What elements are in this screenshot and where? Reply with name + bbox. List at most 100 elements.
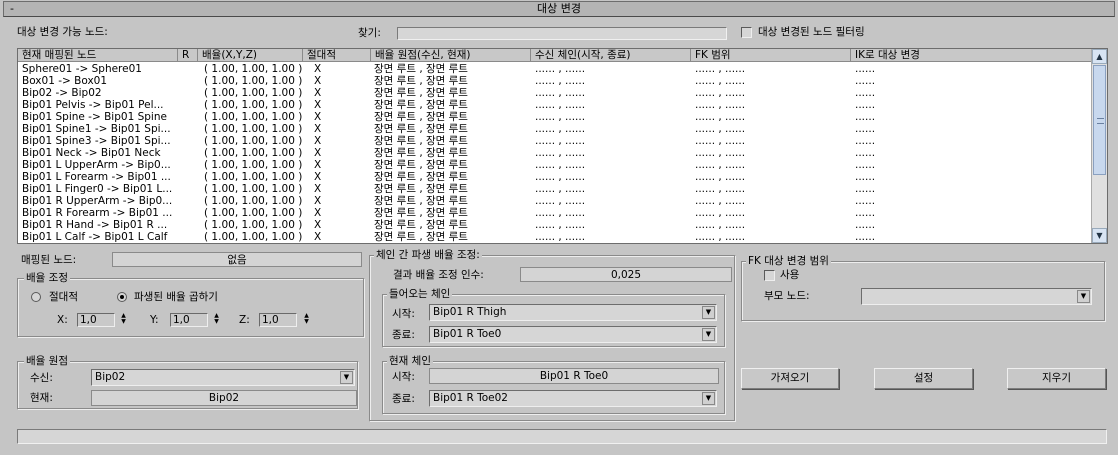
column-header-scale-origin[interactable]: 배율 원점(수신, 현재) [371,49,531,62]
spin-down-icon[interactable]: ▼ [302,319,311,325]
current-start-button[interactable]: Bip01 R Toe0 [429,368,719,384]
table-row[interactable]: Box01 -> Box01 ( 1.00, 1.00, 1.00 ) X 장면 루트… [18,75,1091,87]
get-button[interactable]: 가져오기 [741,368,839,389]
receive-dropdown[interactable]: Bip02 ▼ [91,369,355,386]
column-header-fk-range[interactable]: FK 범위 [691,49,851,62]
collapse-icon[interactable]: - [10,2,14,16]
cell-scale: ( 1.00, 1.00, 1.00 ) [204,135,303,147]
cell-fk-range: ...... , ...... [695,219,746,231]
retarget-node-list[interactable]: 현재 매핑된 노드 R 배율(X,Y,Z) 절대적 배율 원점(수신, 현재) … [17,48,1108,244]
cell-fk-range: ...... , ...... [695,147,746,159]
z-scale-input[interactable]: 1,0 [259,313,297,327]
dropdown-arrow-icon[interactable]: ▼ [702,328,715,341]
scroll-up-icon[interactable]: ▲ [1092,49,1107,64]
cell-scale: ( 1.00, 1.00, 1.00 ) [204,147,303,159]
dropdown-arrow-icon[interactable]: ▼ [702,392,715,405]
dropdown-arrow-icon[interactable]: ▼ [340,371,353,384]
dropdown-arrow-icon[interactable]: ▼ [702,306,715,319]
spin-down-icon[interactable]: ▼ [212,319,221,325]
cell-scale-origin: 장면 루트 , 장면 루트 [374,207,468,219]
table-row[interactable]: Bip01 L Finger0 -> Bip01 L... ( 1.00, 1.0… [18,183,1091,195]
table-row[interactable]: Bip01 Pelvis -> Bip01 Pel... ( 1.00, 1.00… [18,99,1091,111]
cell-scale: ( 1.00, 1.00, 1.00 ) [204,123,303,135]
cell-fk-range: ...... , ...... [695,135,746,147]
cell-mapped-node: Bip02 -> Bip02 [22,87,102,99]
filter-retargeted-checkbox[interactable] [741,27,752,38]
x-scale-spinner[interactable]: ▲ ▼ [119,313,128,327]
rollout-header[interactable]: - 대상 변경 [3,1,1115,17]
scroll-down-icon[interactable]: ▼ [1092,228,1107,243]
dropdown-arrow-icon[interactable]: ▼ [1077,290,1090,303]
incoming-start-dropdown[interactable]: Bip01 R Thigh ▼ [429,304,717,321]
table-row[interactable]: Bip01 L UpperArm -> Bip0... ( 1.00, 1.00,… [18,159,1091,171]
table-row[interactable]: Bip01 L Calf -> Bip01 L Calf ( 1.00, 1.00… [18,231,1091,243]
cell-ik-retarget: ...... [855,135,876,147]
cell-absolute: X [314,123,322,135]
set-button[interactable]: 설정 [874,368,973,389]
table-row[interactable]: Bip01 R Hand -> Bip01 R ... ( 1.00, 1.00,… [18,219,1091,231]
incoming-end-dropdown[interactable]: Bip01 R Toe0 ▼ [429,326,717,343]
column-header-receive-chain[interactable]: 수신 체인(시작, 종료) [531,49,691,62]
cell-receive-chain: ...... , ...... [535,75,586,87]
current-end-dropdown[interactable]: Bip01 R Toe02 ▼ [429,390,717,407]
column-header-r[interactable]: R [178,49,198,62]
cell-fk-range: ...... , ...... [695,75,746,87]
cell-ik-retarget: ...... [855,99,876,111]
table-row[interactable]: Bip01 Spine -> Bip01 Spine ( 1.00, 1.00, … [18,111,1091,123]
cell-mapped-node: Bip01 R UpperArm -> Bip0... [22,195,173,207]
cell-mapped-node: Bip01 R Forearm -> Bip01 ... [22,207,173,219]
table-row[interactable]: Bip01 L Forearm -> Bip01 ... ( 1.00, 1.00… [18,171,1091,183]
mapped-node-label: 매핑된 노드: [21,254,77,266]
cell-scale: ( 1.00, 1.00, 1.00 ) [204,219,303,231]
search-input[interactable] [397,27,727,40]
list-scrollbar[interactable]: ▲ ▼ [1091,49,1107,243]
z-label: Z: [239,314,250,326]
list-header: 현재 매핑된 노드 R 배율(X,Y,Z) 절대적 배율 원점(수신, 현재) … [18,49,1091,62]
scale-adjust-title: 배율 조정 [24,272,70,284]
cell-scale-origin: 장면 루트 , 장면 루트 [374,111,468,123]
table-row[interactable]: Bip01 Neck -> Bip01 Neck ( 1.00, 1.00, 1.… [18,147,1091,159]
y-scale-spinner[interactable]: ▲ ▼ [212,313,221,327]
x-label: X: [57,314,68,326]
absolute-radio[interactable] [31,292,41,302]
table-row[interactable]: Bip01 R UpperArm -> Bip0... ( 1.00, 1.00,… [18,195,1091,207]
clear-button[interactable]: 지우기 [1007,368,1106,389]
current-label: 현재: [30,392,53,404]
column-header-mapped-node[interactable]: 현재 매핑된 노드 [18,49,178,62]
cell-mapped-node: Bip01 Spine -> Bip01 Spine [22,111,167,123]
cell-scale-origin: 장면 루트 , 장면 루트 [374,99,468,111]
table-row[interactable]: Bip02 -> Bip02 ( 1.00, 1.00, 1.00 ) X 장면 루트… [18,87,1091,99]
cell-scale: ( 1.00, 1.00, 1.00 ) [204,207,303,219]
cell-ik-retarget: ...... [855,75,876,87]
cell-absolute: X [314,159,322,171]
current-origin-button[interactable]: Bip02 [91,390,357,406]
fk-use-checkbox[interactable] [764,270,775,281]
table-row[interactable]: Sphere01 -> Sphere01 ( 1.00, 1.00, 1.00 )… [18,63,1091,75]
column-header-absolute[interactable]: 절대적 [303,49,371,62]
table-row[interactable]: Bip01 R Forearm -> Bip01 ... ( 1.00, 1.00… [18,207,1091,219]
cell-receive-chain: ...... , ...... [535,219,586,231]
receive-dropdown-value: Bip02 [95,371,126,383]
cell-scale: ( 1.00, 1.00, 1.00 ) [204,63,303,75]
scroll-thumb[interactable] [1093,65,1106,175]
cell-absolute: X [314,207,322,219]
table-row[interactable]: Bip01 Spine3 -> Bip01 Spi... ( 1.00, 1.00… [18,135,1091,147]
spin-down-icon[interactable]: ▼ [119,319,128,325]
cell-fk-range: ...... , ...... [695,207,746,219]
parent-node-dropdown[interactable]: ▼ [861,288,1092,305]
column-header-scale[interactable]: 배율(X,Y,Z) [198,49,303,62]
z-scale-spinner[interactable]: ▲ ▼ [302,313,311,327]
x-scale-input[interactable]: 1,0 [77,313,115,327]
rollout-title: 대상 변경 [537,2,581,15]
y-scale-input[interactable]: 1,0 [170,313,208,327]
derived-scale-radio[interactable] [117,292,127,302]
in-start-label: 시작: [392,308,415,320]
cell-fk-range: ...... , ...... [695,63,746,75]
cell-fk-range: ...... , ...... [695,123,746,135]
cell-fk-range: ...... , ...... [695,231,746,243]
cell-absolute: X [314,195,322,207]
cell-absolute: X [314,111,322,123]
column-header-ik-retarget[interactable]: IK로 대상 변경 [851,49,1091,62]
table-row[interactable]: Bip01 Spine1 -> Bip01 Spi... ( 1.00, 1.00… [18,123,1091,135]
cell-absolute: X [314,183,322,195]
